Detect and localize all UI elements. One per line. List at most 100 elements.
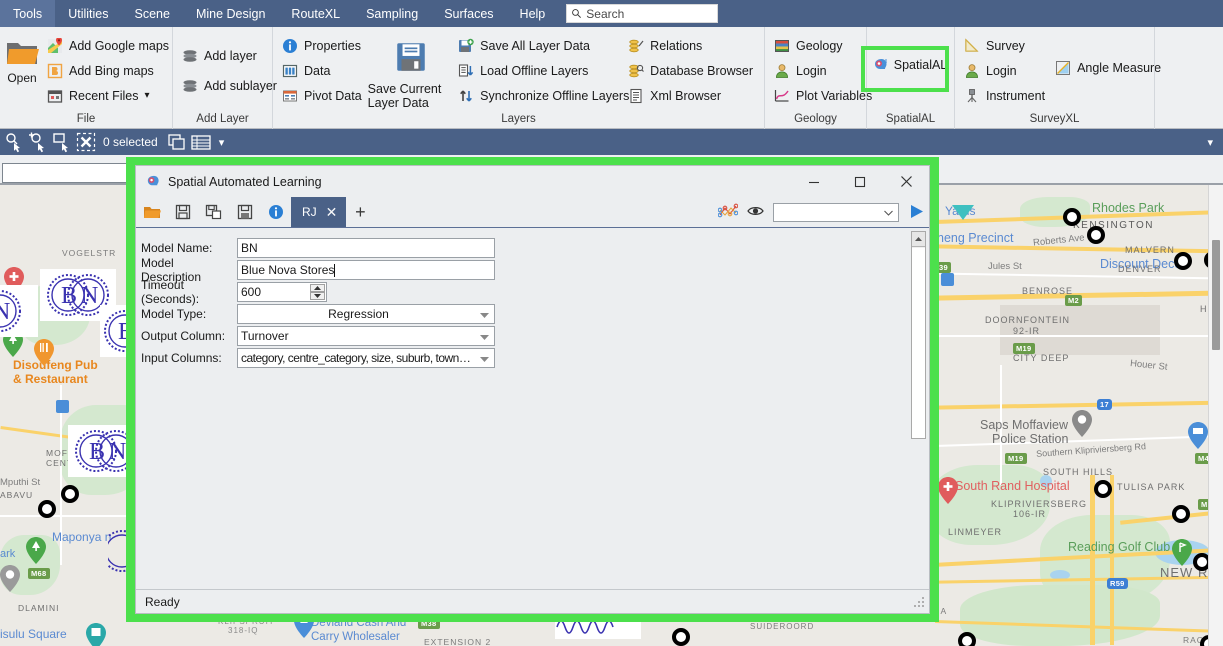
add-sublayer-button[interactable]: Add sublayer <box>178 71 283 101</box>
properties-button[interactable]: Properties <box>278 33 368 58</box>
menu-tools[interactable]: Tools <box>0 0 55 27</box>
ribbon-collapse-caret[interactable]: ▾ <box>1207 129 1213 155</box>
spinner-down-button[interactable] <box>310 292 325 300</box>
menu-scene[interactable]: Scene <box>121 0 182 27</box>
menu-surfaces[interactable]: Surfaces <box>431 0 506 27</box>
svg-text:B: B <box>61 283 77 309</box>
map-node-circle[interactable] <box>1094 480 1112 498</box>
map-node-circle[interactable] <box>61 485 79 503</box>
map-node-circle[interactable] <box>672 628 690 646</box>
database-browser-button[interactable]: Database Browser <box>624 58 759 83</box>
map-node-circle[interactable] <box>38 500 56 518</box>
geology-login-button[interactable]: Login <box>770 58 878 83</box>
save-as-model-button[interactable] <box>198 197 229 227</box>
model-tab-label: RJ <box>302 205 317 219</box>
scroll-up-button[interactable] <box>912 232 925 247</box>
survey-login-button[interactable]: Login <box>960 58 1051 83</box>
open-button[interactable]: Open <box>5 33 39 85</box>
map-node-circle[interactable] <box>1087 226 1105 244</box>
geology-button[interactable]: Geology <box>770 33 878 58</box>
instrument-button[interactable]: Instrument <box>960 83 1051 108</box>
selection-table-icon[interactable] <box>190 131 212 153</box>
dialog-scroll-thumb[interactable] <box>912 248 925 438</box>
menu-help[interactable]: Help <box>507 0 559 27</box>
open-model-button[interactable] <box>136 197 167 227</box>
input-columns-value: category, centre_category, size, suburb,… <box>241 351 470 365</box>
pivot-data-button[interactable]: Pivot Data <box>278 83 368 108</box>
chevron-down-icon[interactable]: ▾ <box>144 90 149 101</box>
save-current-layer-data-button[interactable]: Save Current Layer Data <box>368 33 455 110</box>
maximize-button[interactable] <box>837 166 883 197</box>
save-model-button[interactable] <box>167 197 198 227</box>
timeout-spinner[interactable]: 600 <box>237 282 327 302</box>
model-select-combo[interactable] <box>773 203 899 222</box>
survey-button[interactable]: Survey <box>960 33 1051 58</box>
add-bing-maps-button[interactable]: Add Bing maps <box>43 58 175 83</box>
user-login-icon <box>774 63 790 79</box>
synchronize-offline-layers-button[interactable]: Synchronize Offline Layers <box>454 83 624 108</box>
copy-selection-icon[interactable] <box>166 131 188 153</box>
form-row-model-name: Model Name: BN <box>139 237 929 259</box>
map-node-circle[interactable] <box>958 632 976 646</box>
model-type-label: Model Type: <box>139 307 237 321</box>
add-google-maps-button[interactable]: Add Google maps <box>43 33 175 58</box>
model-info-button[interactable] <box>260 197 291 227</box>
route-shield: M2 <box>1065 295 1082 306</box>
geology-label: Geology <box>796 39 843 53</box>
relations-button[interactable]: Relations <box>624 33 759 58</box>
map-vertical-scrollbar[interactable] <box>1208 185 1223 646</box>
load-offline-layers-button[interactable]: Load Offline Layers <box>454 58 624 83</box>
model-description-input[interactable]: Blue Nova Stores <box>237 260 495 280</box>
eye-icon[interactable] <box>747 205 764 220</box>
svg-text:N: N <box>109 439 126 465</box>
save-all-layer-data-label: Save All Layer Data <box>480 39 590 53</box>
scatter-plot-icon[interactable] <box>718 202 738 223</box>
data-button[interactable]: Data <box>278 58 368 83</box>
save-all-layer-data-button[interactable]: Save All Layer Data <box>454 33 624 58</box>
minimize-button[interactable] <box>791 166 837 197</box>
map-label: Police Station <box>992 432 1068 446</box>
resize-grip-icon[interactable] <box>914 596 925 610</box>
input-columns-label: Input Columns: <box>139 351 237 365</box>
output-column-combo[interactable]: Turnover <box>237 326 495 346</box>
selection-menu-caret[interactable]: ▾ <box>219 136 225 149</box>
properties-label: Properties <box>304 39 361 53</box>
input-columns-combo[interactable]: category, centre_category, size, suburb,… <box>237 348 495 368</box>
close-button[interactable] <box>883 166 929 197</box>
angle-measure-button[interactable]: Angle Measure <box>1051 55 1167 80</box>
model-tab-rj[interactable]: RJ ✕ <box>291 197 346 227</box>
add-layer-button[interactable]: Add layer <box>178 41 283 71</box>
menu-utilities[interactable]: Utilities <box>55 0 121 27</box>
run-play-icon[interactable] <box>908 203 925 223</box>
save-all-models-button[interactable] <box>229 197 260 227</box>
spinner-up-button[interactable] <box>310 284 325 292</box>
select-point-icon[interactable] <box>3 131 25 153</box>
map-label: ark <box>0 548 15 560</box>
sync-icon <box>458 88 474 104</box>
select-add-icon[interactable] <box>27 131 49 153</box>
recent-files-button[interactable]: Recent Files ▾ <box>43 83 175 108</box>
add-tab-button[interactable]: + <box>346 197 374 227</box>
plot-variables-button[interactable]: Plot Variables <box>770 83 878 108</box>
map-node-circle[interactable] <box>1172 505 1190 523</box>
dialog-title-bar[interactable]: Spatial Automated Learning <box>136 166 929 197</box>
spatial-al-button[interactable]: SpatialAL <box>868 52 954 77</box>
menu-routexl[interactable]: RouteXL <box>278 0 353 27</box>
model-type-combo[interactable]: Regression <box>237 304 495 324</box>
menu-sampling[interactable]: Sampling <box>353 0 431 27</box>
clear-selection-icon[interactable] <box>75 131 97 153</box>
form-row-model-type: Model Type: Regression <box>139 303 929 325</box>
xml-browser-button[interactable]: Xml Browser <box>624 83 759 108</box>
map-node-circle[interactable] <box>1174 252 1192 270</box>
search-input[interactable]: Search <box>566 4 718 23</box>
menu-mine-design[interactable]: Mine Design <box>183 0 278 27</box>
dialog-vertical-scrollbar[interactable] <box>911 231 926 439</box>
select-rect-icon[interactable] <box>51 131 73 153</box>
map-scroll-thumb[interactable] <box>1212 240 1220 350</box>
survey-login-label: Login <box>986 64 1017 78</box>
timeout-label: Timeout (Seconds): <box>139 278 237 306</box>
close-icon[interactable]: ✕ <box>326 205 338 219</box>
map-node-circle[interactable] <box>1063 208 1081 226</box>
model-name-input[interactable]: BN <box>237 238 495 258</box>
ribbon-group-label-layers: Layers <box>273 110 764 129</box>
